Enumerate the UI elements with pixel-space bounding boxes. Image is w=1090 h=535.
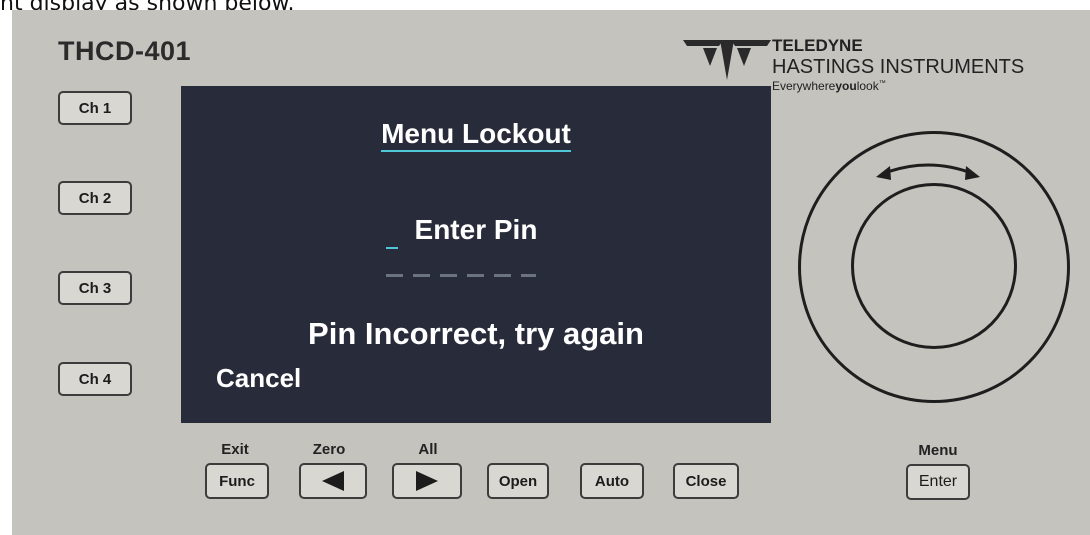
zero-label: Zero [312,441,346,458]
exit-label: Exit [221,441,249,458]
menu-label: Menu [918,442,958,459]
pin-prompt: Enter Pin [414,214,538,245]
enter-button[interactable]: Enter [906,464,970,500]
ch3-button[interactable]: Ch 3 [58,271,132,305]
rotary-knob-inner[interactable] [851,183,1017,349]
ch2-button[interactable]: Ch 2 [58,181,132,215]
pin-entry-field[interactable] [386,274,536,277]
ch4-button[interactable]: Ch 4 [58,362,132,396]
left-arrow-button[interactable] [299,463,367,499]
error-message: Pin Incorrect, try again [308,316,644,351]
all-label: All [418,441,438,458]
screen-title: Menu Lockout [181,118,771,152]
brand-name: TELEDYNE [772,36,863,55]
teledyne-logo-icon [683,40,771,80]
arrow-right-icon [416,471,438,491]
rotate-arrow-icon [876,163,980,180]
arrow-left-icon [322,471,344,491]
division-name: HASTINGS INSTRUMENTS [772,56,1025,78]
pin-cursor [386,247,398,249]
cancel-option[interactable]: Cancel [216,363,301,394]
open-button[interactable]: Open [487,463,549,499]
lcd-screen: Menu Lockout Enter Pin Pin Incorrect, tr… [181,86,771,423]
tagline: Everywhereyoulook™ [772,79,886,93]
auto-button[interactable]: Auto [580,463,644,499]
ch1-button[interactable]: Ch 1 [58,91,132,125]
close-button[interactable]: Close [673,463,739,499]
func-button[interactable]: Func [205,463,269,499]
model-name: THCD-401 [58,36,192,66]
right-arrow-button[interactable] [392,463,462,499]
